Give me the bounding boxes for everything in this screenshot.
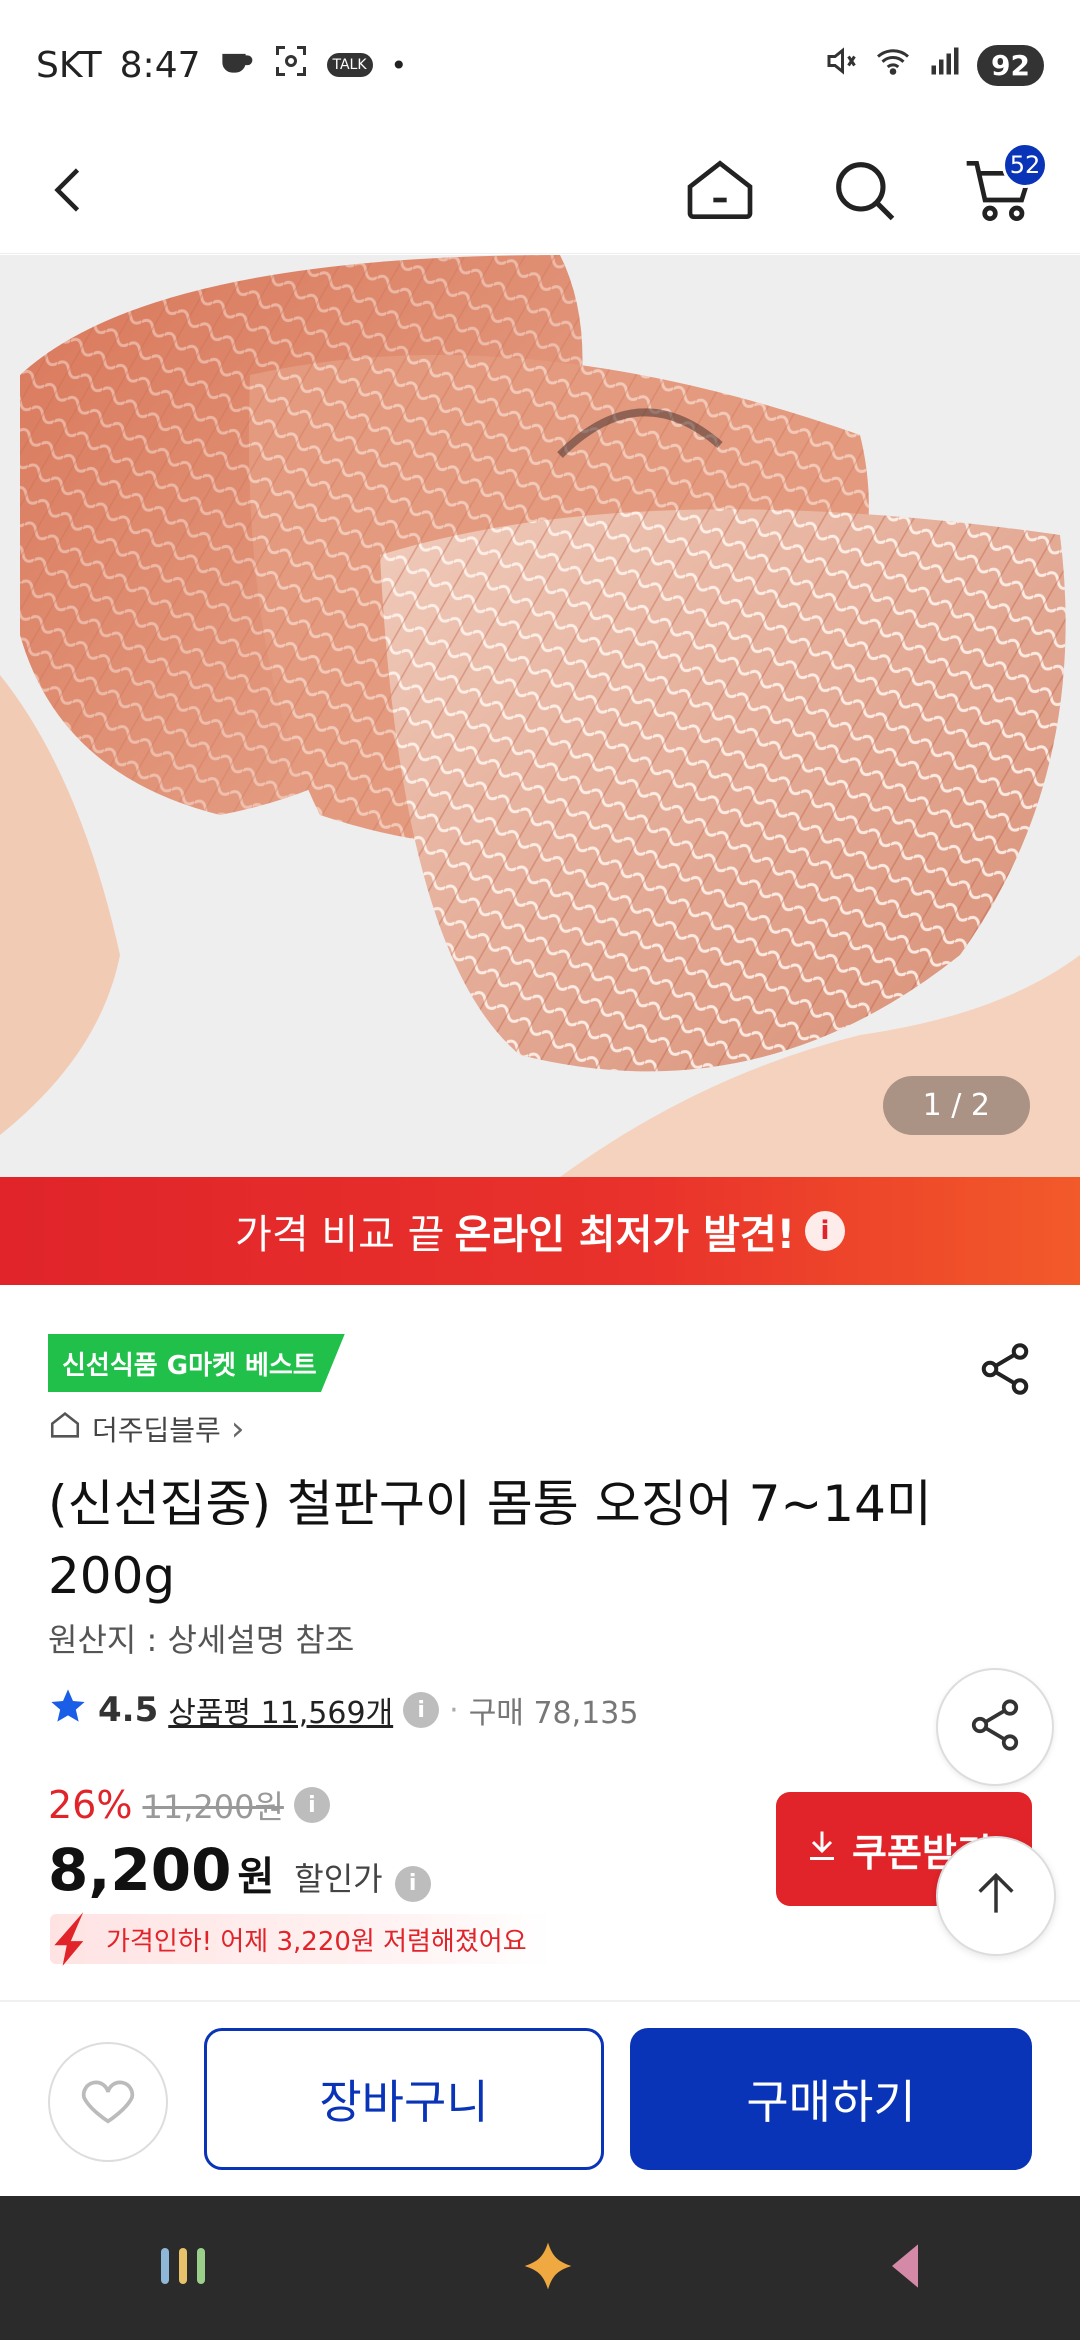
mute-icon <box>823 43 859 88</box>
cart-count-badge: 52 <box>1002 142 1048 188</box>
store-home-icon <box>48 1408 82 1449</box>
talk-icon: TALK <box>326 53 373 77</box>
search-icon <box>826 152 902 232</box>
arrow-down-icon <box>50 1908 100 1977</box>
share-icon <box>975 1339 1035 1403</box>
system-navigation-bar <box>0 2196 1080 2340</box>
chevron-right-icon: › <box>230 1408 245 1449</box>
heart-icon <box>76 2068 140 2136</box>
price-drop-note: 가격인하! 어제 3,220원 저렴해졌어요 <box>50 1912 551 1966</box>
product-photo <box>0 255 1080 1177</box>
scan-icon <box>273 43 309 88</box>
rating-value: 4.5 <box>98 1690 159 1730</box>
share-button[interactable] <box>970 1336 1040 1406</box>
price-drop-text: 가격인하! 어제 3,220원 저렴해졌어요 <box>106 1926 527 1957</box>
back-icon <box>40 160 100 224</box>
signal-icon <box>927 43 963 88</box>
coffee-icon <box>219 43 255 88</box>
divider <box>0 2000 1080 2002</box>
recent-apps-icon[interactable] <box>153 2242 213 2294</box>
sale-price: 8,200 <box>48 1836 232 1904</box>
seller-link[interactable]: 더주딥블루 › <box>48 1408 244 1449</box>
status-bar: SKT 8:47 TALK • 92 <box>0 0 1080 130</box>
back-nav-icon[interactable] <box>883 2240 927 2296</box>
status-right: 92 <box>823 43 1044 88</box>
best-badge[interactable]: 신선식품 G마켓 베스트 <box>48 1334 345 1392</box>
home-nav-icon[interactable] <box>520 2238 576 2298</box>
buy-now-button[interactable]: 구매하기 <box>630 2028 1032 2170</box>
price-info-icon[interactable]: i <box>293 1787 330 1823</box>
back-button[interactable] <box>20 142 120 242</box>
share-icon <box>965 1695 1025 1759</box>
product-title: (신선집중) 철판구이 몸통 오징어 7~14미 200g <box>48 1475 932 1605</box>
rating-row: 4.5 상품평 11,569개 i · 구매 78,135 <box>48 1686 638 1734</box>
carrier: SKT <box>36 44 102 86</box>
download-icon <box>804 1827 840 1872</box>
seller-name: 더주딥블루 <box>92 1413 221 1447</box>
info-icon[interactable]: i <box>804 1211 845 1251</box>
review-info-icon[interactable]: i <box>403 1692 440 1728</box>
add-to-cart-button[interactable]: 장바구니 <box>204 2028 604 2170</box>
lowest-price-banner[interactable]: 가격 비교 끝 온라인 최저가 발견! i <box>0 1177 1080 1285</box>
scroll-to-top-button[interactable] <box>936 1836 1056 1956</box>
price-unit: 원 <box>237 1854 275 1900</box>
wishlist-button[interactable] <box>48 2042 168 2162</box>
discount-rate: 26% <box>48 1783 133 1827</box>
promo-strong-text: 온라인 최저가 발견! <box>454 1212 795 1258</box>
top-nav: 52 <box>0 130 1080 254</box>
arrow-up-icon <box>968 1866 1024 1926</box>
search-button[interactable] <box>814 142 914 242</box>
wifi-icon <box>873 43 913 88</box>
sale-info-icon[interactable]: i <box>394 1865 431 1902</box>
product-image[interactable]: 1 / 2 <box>0 255 1080 1177</box>
separator-dot: · <box>449 1692 459 1728</box>
discount-row: 26% 11,200원 i <box>48 1782 330 1828</box>
star-icon <box>48 1686 88 1734</box>
sale-price-label: 할인가 <box>294 1860 383 1898</box>
clock: 8:47 <box>119 44 201 86</box>
original-price: 11,200원 <box>142 1788 284 1826</box>
home-button[interactable] <box>670 142 770 242</box>
price-row: 8,200 원 할인가 i <box>48 1836 431 1904</box>
home-icon <box>680 150 760 234</box>
review-count-link[interactable]: 상품평 11,569개 <box>168 1688 393 1732</box>
floating-share-button[interactable] <box>936 1668 1054 1786</box>
status-left: SKT 8:47 TALK • <box>36 43 407 88</box>
purchase-count: 구매 78,135 <box>468 1696 639 1731</box>
cart-button[interactable]: 52 <box>950 142 1050 242</box>
origin-info: 원산지 : 상세설명 참조 <box>48 1621 355 1659</box>
battery-indicator: 92 <box>977 44 1044 86</box>
promo-text: 가격 비교 끝 <box>235 1212 445 1258</box>
image-counter: 1 / 2 <box>882 1076 1030 1135</box>
dot-icon: • <box>390 48 408 82</box>
